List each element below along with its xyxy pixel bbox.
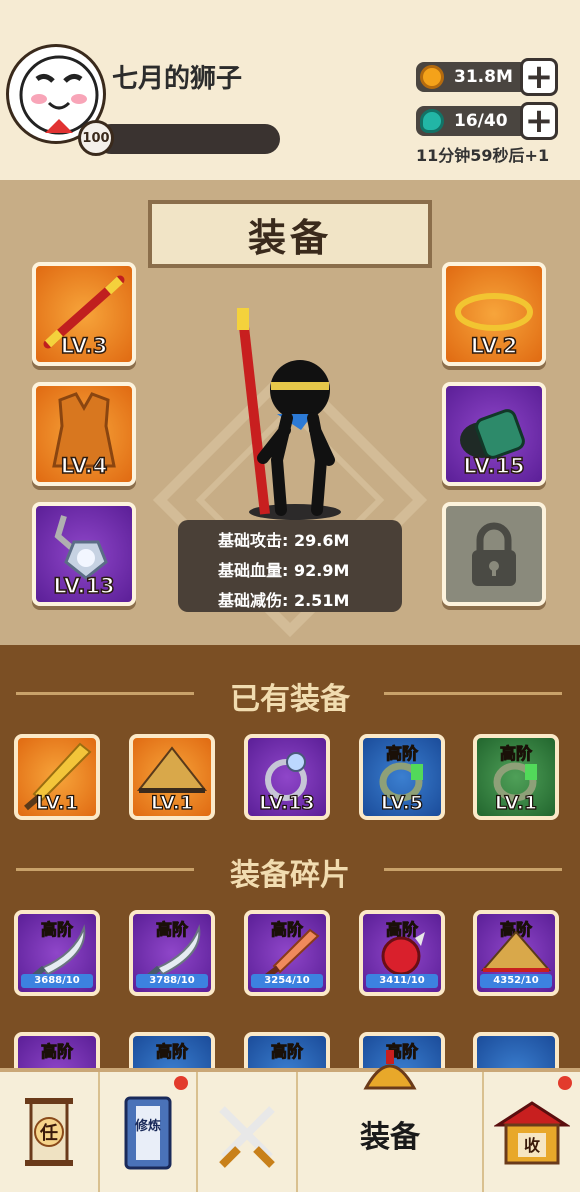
add-energy-button[interactable]: + xyxy=(520,102,558,140)
add-coins-button[interactable]: + xyxy=(520,58,558,96)
player-level-badge: 100 xyxy=(78,120,114,156)
nav-equipment-label: 装备 xyxy=(360,1120,420,1155)
nav-tasks[interactable]: 任 xyxy=(0,1072,100,1192)
owned-item[interactable]: 高阶 LV.1 xyxy=(473,734,559,820)
nav-equipment[interactable]: 装备 xyxy=(298,1050,484,1192)
owned-item[interactable]: LV.13 xyxy=(244,734,330,820)
nav-collect-label: 收 xyxy=(524,1136,540,1155)
energy-regen-timer: 11分钟59秒后+1 xyxy=(416,146,550,165)
item-tier: 高阶 xyxy=(40,1042,73,1062)
bottom-navigation: 任 修炼 装备 收 xyxy=(0,1050,580,1192)
owned-item[interactable]: LV.1 xyxy=(129,734,215,820)
fragment-item[interactable]: 高阶 3788/10 xyxy=(129,910,215,996)
coin-icon xyxy=(420,65,444,89)
item-level: LV.5 xyxy=(380,791,424,814)
slot-level: LV.4 xyxy=(60,453,108,479)
base-health-stat: 基础血量: 92.9M xyxy=(218,561,350,580)
equip-slot-armor[interactable]: LV.4 xyxy=(32,382,136,486)
nav-cultivate-label: 修炼 xyxy=(134,1118,161,1134)
equip-slot-necklace[interactable]: LV.13 xyxy=(32,502,136,606)
slot-level: LV.3 xyxy=(60,333,108,359)
item-tier: 高阶 xyxy=(270,1042,303,1062)
energy-amount: 16/40 xyxy=(454,111,508,131)
nav-collect[interactable]: 收 xyxy=(484,1072,580,1192)
notification-dot xyxy=(558,1076,572,1090)
shop-icon: 收 xyxy=(494,1101,570,1165)
base-defense-stat: 基础减伤: 2.51M xyxy=(218,591,350,610)
fragment-item[interactable]: 高阶 4352/10 xyxy=(473,910,559,996)
item-tier: 高阶 xyxy=(155,1042,188,1062)
base-stats-panel: 基础攻击: 29.6M 基础血量: 92.9M 基础减伤: 2.51M xyxy=(178,520,402,612)
nav-tasks-label: 任 xyxy=(39,1122,58,1144)
notification-dot xyxy=(174,1076,188,1090)
fragment-progress: 3254/10 xyxy=(251,974,323,988)
owned-equipment-title: 已有装备 xyxy=(230,682,350,717)
lock-icon xyxy=(472,522,516,586)
nav-cultivate[interactable]: 修炼 xyxy=(100,1072,198,1192)
item-level: LV.13 xyxy=(259,791,316,814)
fragment-item[interactable]: 高阶 3411/10 xyxy=(359,910,445,996)
fragments-title: 装备碎片 xyxy=(230,858,350,893)
energy-gem-icon xyxy=(420,109,444,133)
fragment-progress: 3411/10 xyxy=(366,974,438,988)
fragment-progress: 3688/10 xyxy=(21,974,93,988)
fragment-item[interactable]: 高阶 3254/10 xyxy=(244,910,330,996)
slot-level: LV.2 xyxy=(470,333,518,359)
fragment-item[interactable]: 高阶 3688/10 xyxy=(14,910,100,996)
nav-battle[interactable] xyxy=(198,1072,298,1192)
slot-level: LV.15 xyxy=(463,453,526,479)
equipment-title: 装备 xyxy=(148,200,432,268)
top-bar: 100 七月的狮子 31.8M + 16/40 + 11分钟59秒后+1 xyxy=(0,0,580,180)
crossed-swords-icon xyxy=(219,1106,275,1168)
xp-bar xyxy=(96,124,280,154)
coin-counter: 31.8M xyxy=(416,62,528,92)
stickman-hero-icon xyxy=(237,308,341,520)
item-level: LV.1 xyxy=(494,791,538,814)
base-attack-stat: 基础攻击: 29.6M xyxy=(218,531,350,550)
owned-item[interactable]: 高阶 LV.5 xyxy=(359,734,445,820)
equip-slot-headband[interactable]: LV.2 xyxy=(442,262,546,366)
item-level: LV.1 xyxy=(35,791,79,814)
item-level: LV.1 xyxy=(150,791,194,814)
slot-level: LV.13 xyxy=(53,573,116,599)
equip-slot-weapon[interactable]: LV.3 xyxy=(32,262,136,366)
equip-slot-locked[interactable] xyxy=(442,502,546,606)
scroll-icon: 任 xyxy=(25,1098,73,1166)
coin-amount: 31.8M xyxy=(454,67,513,87)
energy-counter: 16/40 xyxy=(416,106,528,136)
equip-slot-bracer[interactable]: LV.15 xyxy=(442,382,546,486)
helmet-icon xyxy=(363,1050,417,1090)
fragment-progress: 4352/10 xyxy=(480,974,552,988)
book-icon: 修炼 xyxy=(124,1096,172,1170)
owned-item[interactable]: LV.1 xyxy=(14,734,100,820)
fragment-progress: 3788/10 xyxy=(136,974,208,988)
player-name: 七月的狮子 xyxy=(112,64,243,94)
